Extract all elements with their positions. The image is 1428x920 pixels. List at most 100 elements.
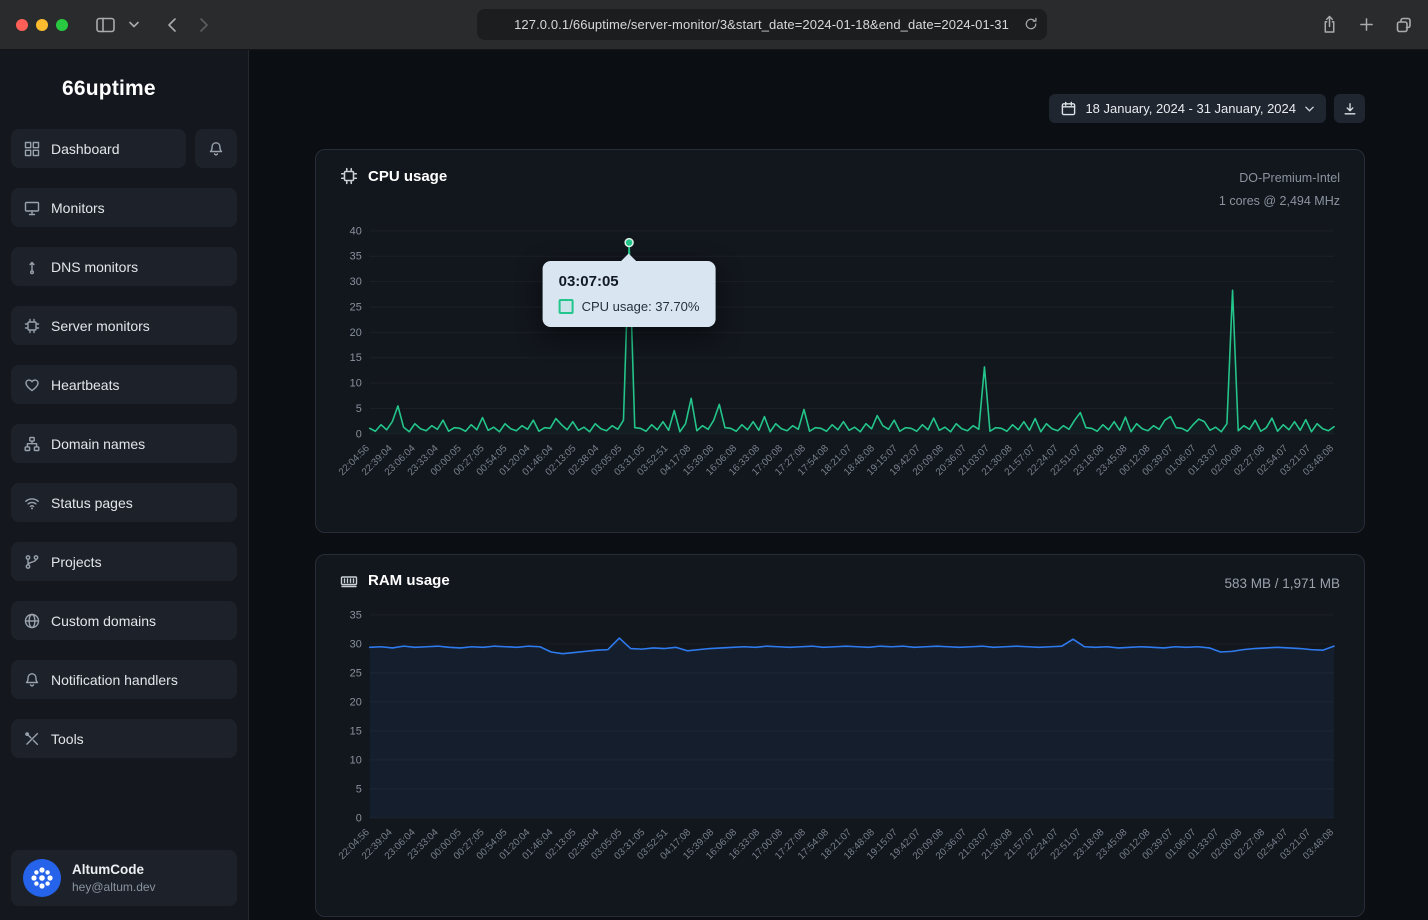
brand-logo: 66uptime [0, 50, 248, 101]
monitor-icon [24, 200, 40, 216]
sidebar-item-label: Tools [51, 731, 84, 747]
globe-icon [24, 613, 40, 629]
tooltip-value: CPU usage: 37.70% [582, 299, 700, 314]
ram-stats: 583 MB / 1,971 MB [1224, 572, 1340, 597]
wifi-icon [24, 495, 40, 511]
cpu-usage-chart[interactable]: 051015202530354022:04:5622:39:0423:06:04… [340, 217, 1340, 524]
cpu-usage-card: CPU usage DO-Premium-Intel 1 cores @ 2,4… [315, 149, 1365, 533]
ram-icon [340, 573, 358, 589]
sidebar-item-monitors[interactable]: Monitors [11, 188, 237, 227]
bell-icon [24, 672, 40, 688]
zoom-window-button[interactable] [56, 19, 68, 31]
sidebar-item-label: Monitors [51, 200, 105, 216]
download-button[interactable] [1334, 94, 1365, 123]
sidebar-nav: Dashboard Monitors DNS monitors Serve [0, 129, 248, 758]
account-card[interactable]: AltumCode hey@altum.dev [11, 850, 237, 906]
sidebar-item-label: Server monitors [51, 318, 150, 334]
sidebar-item-tools[interactable]: Tools [11, 719, 237, 758]
dns-icon [24, 259, 40, 275]
svg-text:30: 30 [350, 638, 362, 650]
ram-usage-chart[interactable]: 0510152025303522:04:5622:39:0423:06:0423… [340, 601, 1340, 908]
sidebar-item-projects[interactable]: Projects [11, 542, 237, 581]
tools-icon [24, 731, 40, 747]
svg-text:0: 0 [356, 812, 362, 824]
forward-button[interactable] [199, 17, 209, 33]
browser-chrome: 127.0.0.1/66uptime/server-monitor/3&star… [0, 0, 1428, 50]
card-title-text: CPU usage [368, 168, 447, 185]
sidebar-item-label: Notification handlers [51, 672, 178, 688]
sidebar-item-custom-domains[interactable]: Custom domains [11, 601, 237, 640]
chevron-down-icon [1305, 106, 1314, 112]
sidebar-item-label: Projects [51, 554, 102, 570]
server-specs: DO-Premium-Intel 1 cores @ 2,494 MHz [1219, 167, 1340, 213]
svg-text:20: 20 [350, 327, 362, 339]
sidebar-item-dashboard[interactable]: Dashboard [11, 129, 186, 168]
svg-text:15: 15 [350, 725, 362, 737]
account-email: hey@altum.dev [72, 880, 156, 894]
sidebar-item-label: DNS monitors [51, 259, 138, 275]
tab-group-chevron-icon[interactable] [129, 21, 139, 28]
ram-usage-value: 583 MB / 1,971 MB [1224, 572, 1340, 597]
back-button[interactable] [167, 17, 177, 33]
svg-text:40: 40 [350, 226, 362, 238]
sidebar-item-status-pages[interactable]: Status pages [11, 483, 237, 522]
cpu-chip-icon [340, 167, 358, 185]
sidebar-item-heartbeats[interactable]: Heartbeats [11, 365, 237, 404]
share-icon[interactable] [1322, 15, 1337, 34]
sitemap-icon [24, 436, 40, 452]
svg-text:20: 20 [350, 696, 362, 708]
reload-icon[interactable] [1024, 17, 1038, 36]
svg-text:10: 10 [350, 754, 362, 766]
svg-text:15: 15 [350, 352, 362, 364]
toolbar: 18 January, 2024 - 31 January, 2024 [315, 94, 1365, 123]
new-tab-icon[interactable] [1359, 17, 1374, 32]
bell-icon [208, 141, 224, 157]
sidebar-toggle-icon[interactable] [96, 17, 115, 33]
svg-text:5: 5 [356, 783, 362, 795]
svg-text:35: 35 [350, 251, 362, 263]
sidebar-item-label: Heartbeats [51, 377, 119, 393]
main-content: 18 January, 2024 - 31 January, 2024 CPU … [249, 50, 1428, 920]
url-text: 127.0.0.1/66uptime/server-monitor/3&star… [514, 17, 1009, 32]
download-icon [1343, 102, 1357, 116]
sidebar-item-label: Domain names [51, 436, 145, 452]
sidebar-item-domain-names[interactable]: Domain names [11, 424, 237, 463]
close-window-button[interactable] [16, 19, 28, 31]
svg-text:25: 25 [350, 302, 362, 314]
sidebar-item-dns-monitors[interactable]: DNS monitors [11, 247, 237, 286]
svg-text:0: 0 [356, 429, 362, 441]
sidebar-item-server-monitors[interactable]: Server monitors [11, 306, 237, 345]
ram-usage-card: RAM usage 583 MB / 1,971 MB 0 5 10 15 20 25 30… [315, 554, 1365, 917]
chart-tooltip: 03:07:05 CPU usage: 37.70% [543, 261, 716, 327]
server-plan: DO-Premium-Intel [1219, 167, 1340, 190]
svg-text:5: 5 [356, 403, 362, 415]
browser-actions [1322, 15, 1412, 34]
date-range-label: 18 January, 2024 - 31 January, 2024 [1085, 101, 1296, 116]
minimize-window-button[interactable] [36, 19, 48, 31]
sidebar-item-label: Status pages [51, 495, 133, 511]
cpu-chip-icon [24, 318, 40, 334]
branch-icon [24, 554, 40, 570]
calendar-icon [1061, 101, 1076, 116]
tooltip-series-swatch [559, 299, 574, 314]
notifications-button[interactable] [195, 129, 237, 168]
account-name: AltumCode [72, 862, 156, 877]
sidebar-item-notification-handlers[interactable]: Notification handlers [11, 660, 237, 699]
dashboard-icon [24, 141, 40, 157]
tooltip-time: 03:07:05 [559, 273, 700, 290]
svg-text:35: 35 [350, 609, 362, 621]
sidebar-item-label: Custom domains [51, 613, 156, 629]
altumcode-avatar [23, 859, 61, 897]
date-range-picker[interactable]: 18 January, 2024 - 31 January, 2024 [1049, 94, 1326, 123]
browser-window: 127.0.0.1/66uptime/server-monitor/3&star… [0, 0, 1428, 920]
sidebar-item-label: Dashboard [51, 141, 120, 157]
svg-text:25: 25 [350, 667, 362, 679]
svg-text:10: 10 [350, 378, 362, 390]
heart-icon [24, 377, 40, 393]
address-bar[interactable]: 127.0.0.1/66uptime/server-monitor/3&star… [477, 9, 1047, 40]
server-cpu-spec: 1 cores @ 2,494 MHz [1219, 190, 1340, 213]
card-title-text: RAM usage [368, 572, 450, 589]
tab-overview-icon[interactable] [1396, 17, 1412, 33]
svg-text:30: 30 [350, 276, 362, 288]
traffic-lights [16, 19, 68, 31]
